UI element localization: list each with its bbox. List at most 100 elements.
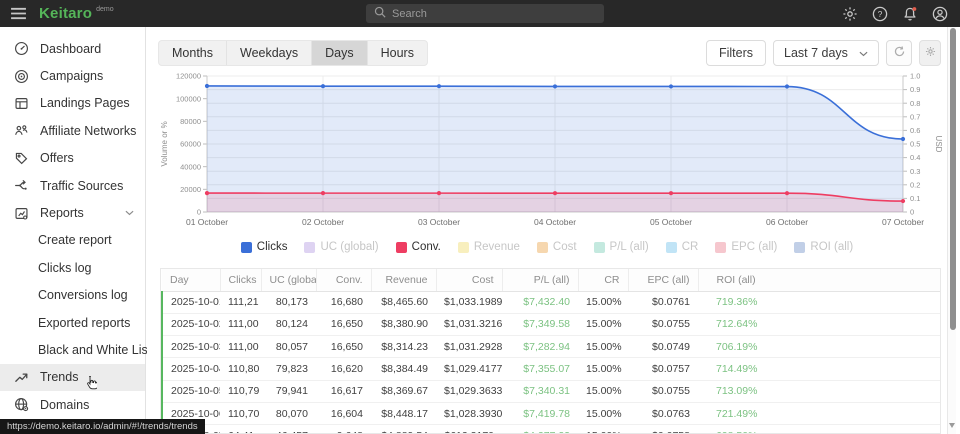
- sidebar-item-traffic-sources[interactable]: Traffic Sources: [0, 172, 145, 199]
- table-cell: $8,380.90: [371, 313, 436, 335]
- svg-text:02 October: 02 October: [302, 217, 344, 227]
- legend-label: EPC (all): [731, 241, 777, 253]
- legend-swatch: [396, 242, 407, 253]
- app-logo[interactable]: Keitaro demo: [39, 0, 114, 27]
- column-header-conv[interactable]: Conv.: [316, 269, 371, 291]
- legend-label: Clicks: [257, 241, 288, 253]
- table-cell: $8,314.23: [371, 336, 436, 358]
- svg-text:Volume or %: Volume or %: [160, 121, 169, 166]
- legend-item-p-l-all[interactable]: P/L (all): [594, 241, 649, 253]
- column-header-revenue[interactable]: Revenue: [371, 269, 436, 291]
- svg-text:0.3: 0.3: [910, 167, 920, 176]
- svg-text:120000: 120000: [176, 72, 201, 81]
- table-cell: 16,680: [316, 291, 371, 313]
- filters-label: Filters: [719, 46, 753, 60]
- sidebar-item-dashboard[interactable]: Dashboard: [0, 35, 145, 62]
- table-cell: $7,282.94: [502, 336, 578, 358]
- legend-label: CR: [682, 241, 699, 253]
- search-input[interactable]: [392, 8, 582, 20]
- topbar: Keitaro demo ?: [0, 0, 960, 27]
- legend-item-revenue[interactable]: Revenue: [458, 241, 520, 253]
- chart-canvas[interactable]: 00.10.20.30.40.50.60.70.80.91.0020000400…: [157, 72, 947, 232]
- table-cell: 16,620: [316, 358, 371, 380]
- sidebar-item-reports[interactable]: Reports: [0, 199, 145, 226]
- table-cell: 15.00%: [578, 291, 628, 313]
- legend-item-epc-all[interactable]: EPC (all): [715, 241, 777, 253]
- settings-icon[interactable]: [842, 6, 858, 22]
- legend-swatch: [458, 242, 469, 253]
- account-icon[interactable]: [932, 6, 948, 22]
- legend-item-cost[interactable]: Cost: [537, 241, 577, 253]
- column-header-cr[interactable]: CR: [578, 269, 628, 291]
- legend-swatch: [594, 242, 605, 253]
- toolbar: MonthsWeekdaysDaysHours Filters Last 7 d…: [158, 40, 941, 66]
- status-url: https://demo.keitaro.io/admin/#!/trends/…: [7, 421, 198, 432]
- sidebar-item-offers[interactable]: Offers: [0, 145, 145, 172]
- brand-name: Keitaro: [39, 0, 92, 27]
- tab-days[interactable]: Days: [311, 41, 366, 65]
- svg-text:USD: USD: [934, 136, 943, 153]
- tab-weekdays[interactable]: Weekdays: [226, 41, 311, 65]
- refresh-button[interactable]: [886, 40, 912, 66]
- legend-item-cr[interactable]: CR: [666, 241, 699, 253]
- legend-label: Revenue: [474, 241, 520, 253]
- table-cell: $4,889.54: [371, 425, 436, 434]
- search-box[interactable]: [366, 4, 604, 23]
- sidebar-item-domains[interactable]: Domains: [0, 391, 145, 418]
- sidebar-item-black-and-white-lists[interactable]: Black and White Lists: [0, 336, 145, 363]
- table-body: 2025-10-01111,2180,17316,680$8,465.60$1,…: [162, 291, 941, 434]
- legend-item-clicks[interactable]: Clicks: [241, 241, 288, 253]
- menu-icon[interactable]: [10, 7, 27, 20]
- sidebar-item-create-report[interactable]: Create report: [0, 227, 145, 254]
- table-cell: 2025-10-03: [162, 336, 220, 358]
- status-url-tooltip: https://demo.keitaro.io/admin/#!/trends/…: [0, 419, 205, 434]
- svg-text:1.0: 1.0: [910, 72, 920, 81]
- sidebar-item-clicks-log[interactable]: Clicks log: [0, 254, 145, 281]
- column-header-clicks[interactable]: Clicks: [220, 269, 261, 291]
- svg-text:80000: 80000: [180, 117, 201, 126]
- chart-settings-button[interactable]: [919, 40, 941, 66]
- date-range-select[interactable]: Last 7 days: [773, 40, 879, 66]
- svg-text:0.7: 0.7: [910, 112, 920, 121]
- sidebar-item-trends[interactable]: Trends: [0, 364, 145, 391]
- legend-item-uc-global[interactable]: UC (global): [304, 241, 378, 253]
- table-cell: 713.09%: [698, 380, 941, 402]
- scrollbar-thumb[interactable]: [950, 28, 956, 330]
- column-header-uc-global[interactable]: UC (global): [261, 269, 316, 291]
- svg-text:0.5: 0.5: [910, 140, 920, 149]
- tab-months[interactable]: Months: [159, 41, 226, 65]
- sidebar-item-conversions-log[interactable]: Conversions log: [0, 282, 145, 309]
- table-cell: $4,277.22: [502, 425, 578, 434]
- svg-text:0.8: 0.8: [910, 99, 920, 108]
- help-icon[interactable]: ?: [872, 6, 888, 22]
- legend-item-roi-all[interactable]: ROI (all): [794, 241, 853, 253]
- chevron-down-icon: [125, 210, 134, 216]
- trends-icon: [13, 370, 29, 385]
- sidebar-item-campaigns[interactable]: Campaigns: [0, 62, 145, 89]
- column-header-roi-all[interactable]: ROI (all): [698, 269, 941, 291]
- scrollbar-down-arrow[interactable]: [949, 423, 955, 428]
- notifications-icon[interactable]: [902, 6, 918, 22]
- reports-icon: [13, 206, 29, 221]
- sidebar-item-exported-reports[interactable]: Exported reports: [0, 309, 145, 336]
- refresh-icon: [893, 45, 906, 61]
- page-scrollbar[interactable]: [947, 27, 956, 434]
- column-header-cost[interactable]: Cost: [436, 269, 502, 291]
- svg-text:0.1: 0.1: [910, 194, 920, 203]
- sidebar-item-landings-pages[interactable]: Landings Pages: [0, 90, 145, 117]
- tab-hours[interactable]: Hours: [367, 41, 427, 65]
- column-header-day[interactable]: Day: [162, 269, 220, 291]
- table-cell: $7,349.58: [502, 313, 578, 335]
- column-header-epc-all[interactable]: EPC (all): [628, 269, 698, 291]
- table-cell: $7,340.31: [502, 380, 578, 402]
- sidebar-item-label: Conversions log: [38, 288, 128, 302]
- table-cell: $8,448.17: [371, 402, 436, 424]
- filters-button[interactable]: Filters: [706, 40, 766, 66]
- sidebar-item-affiliate-networks[interactable]: Affiliate Networks: [0, 117, 145, 144]
- legend-item-conv[interactable]: Conv.: [396, 241, 441, 253]
- legend-label: Conv.: [412, 241, 441, 253]
- table-cell: $1,031.3216: [436, 313, 502, 335]
- campaigns-icon: [13, 69, 29, 84]
- svg-text:0.2: 0.2: [910, 180, 920, 189]
- column-header-p-l-all[interactable]: P/L (all): [502, 269, 578, 291]
